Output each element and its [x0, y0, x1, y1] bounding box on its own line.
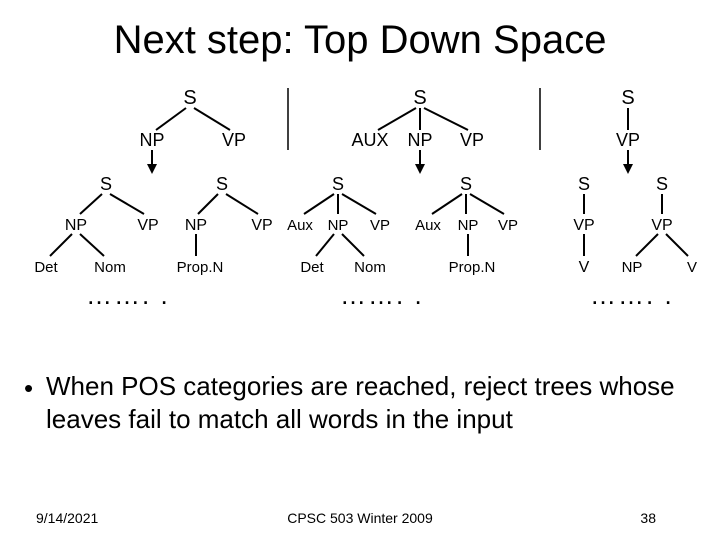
slide: Next step: Top Down Space S NP VP S AUX …: [0, 0, 720, 540]
footer-course: CPSC 503 Winter 2009: [0, 510, 720, 526]
ellipsis-2: ……. .: [340, 280, 424, 311]
node-np: NP: [622, 259, 643, 276]
slide-title: Next step: Top Down Space: [0, 18, 720, 63]
bullet-text: • When POS categories are reached, rejec…: [46, 370, 686, 435]
tree-diagram-area: S NP VP S AUX NP VP S VP: [0, 80, 720, 340]
ellipsis-3: ……. .: [590, 280, 674, 311]
bullet-icon: •: [24, 372, 33, 405]
node-v: V: [687, 259, 697, 276]
bullet-content: When POS categories are reached, reject …: [46, 371, 675, 434]
ellipsis-1: ……. .: [86, 280, 170, 311]
footer-page: 38: [640, 510, 656, 526]
node-vp: VP: [651, 217, 672, 234]
node-s: S: [656, 174, 668, 194]
